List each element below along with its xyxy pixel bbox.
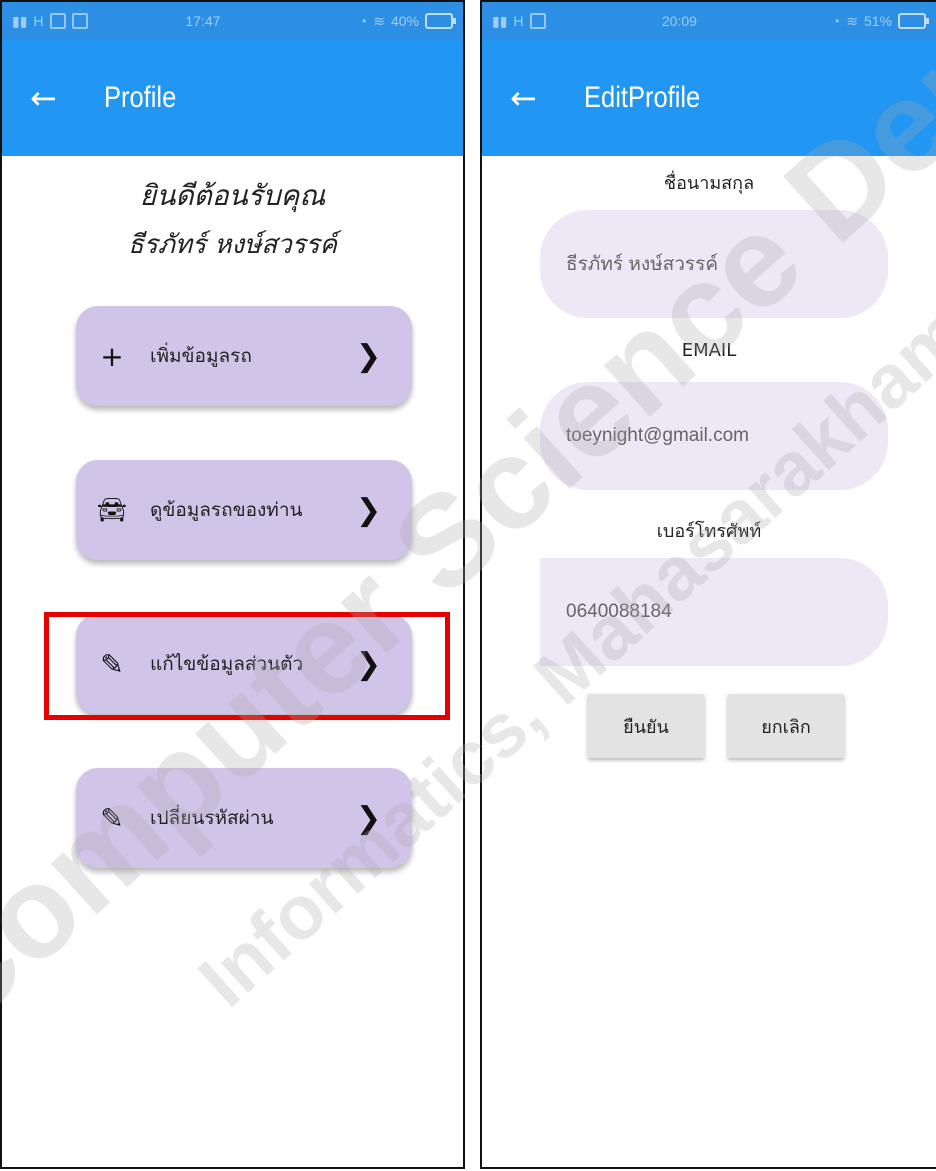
user-name: ธีรภัทร์ หงษ์สวรรค์ — [127, 230, 338, 260]
confirm-button[interactable]: ยืนยัน — [588, 694, 704, 758]
battery-percent: 51% — [863, 13, 893, 29]
alarm-icon: ◔ — [358, 13, 368, 29]
name-label: ชื่อนามสกุล — [663, 173, 755, 194]
welcome-line: ยินดีต้อนรับคุณ — [139, 179, 326, 212]
status-time: 17:47 — [185, 13, 221, 29]
status-time: 20:09 — [661, 13, 697, 29]
add-car-button[interactable]: + เพิ่มข้อมูลรถ ❯ — [76, 306, 412, 406]
battery-icon — [425, 13, 457, 29]
phone-field[interactable]: 0640088184 — [540, 558, 888, 666]
status-bar: ▮▮ H 20:09 ◔ ≋ 51% — [482, 2, 936, 40]
arrow-left-icon[interactable]: ← — [30, 82, 84, 114]
arrow-left-icon[interactable]: ← — [510, 82, 564, 114]
app-bar: ← EditProfile — [482, 40, 936, 156]
plus-icon: + — [100, 339, 124, 373]
car-icon: 🚘︎ — [96, 496, 128, 524]
status-bar: ▮▮ H 17:47 ◔ ≋ 40% — [2, 2, 463, 40]
alarm-icon: ◔ — [831, 13, 841, 29]
cancel-button[interactable]: ยกเลิก — [728, 694, 844, 758]
view-car-button[interactable]: 🚘︎ ดูข้อมูลรถของท่าน ❯ — [76, 460, 412, 560]
menu-label: เปลี่ยนรหัสผ่าน — [150, 807, 274, 829]
name-field[interactable]: ธีรภัทร์ หงษ์สวรรค์ — [540, 210, 888, 318]
welcome-message: ยินดีต้อนรับคุณ ธีรภัทร์ หงษ์สวรรค์ — [2, 174, 463, 265]
notification-icon — [71, 13, 88, 29]
menu-label: เพิ่มข้อมูลรถ — [150, 345, 252, 367]
pencil-icon: ✎ — [100, 801, 124, 835]
notification-icon — [49, 13, 66, 29]
carrier-label: H — [513, 13, 524, 29]
email-field[interactable]: toeynight@gmail.com — [540, 382, 888, 490]
page-title: Profile — [104, 81, 177, 114]
change-password-button[interactable]: ✎ เปลี่ยนรหัสผ่าน ❯ — [76, 768, 412, 868]
page-title: EditProfile — [584, 81, 701, 114]
battery-percent: 40% — [390, 13, 420, 29]
chevron-right-icon: ❯ — [356, 338, 382, 374]
edit-profile-screen: ▮▮ H 20:09 ◔ ≋ 51% ← EditProfile ชื่อนาม… — [480, 0, 936, 1169]
wifi-icon: ≋ — [846, 12, 858, 29]
chevron-right-icon: ❯ — [356, 492, 382, 528]
signal-icon: ▮▮ — [12, 12, 28, 29]
chevron-right-icon: ❯ — [356, 800, 382, 836]
menu-label: ดูข้อมูลรถของท่าน — [150, 499, 303, 521]
profile-screen: ▮▮ H 17:47 ◔ ≋ 40% ← Profile ยินดีต้อนรั… — [0, 0, 465, 1169]
carrier-label: H — [33, 13, 44, 29]
email-label: EMAIL — [681, 340, 737, 361]
highlight-box — [44, 612, 450, 720]
phone-label: เบอร์โทรศัพท์ — [656, 521, 762, 542]
notification-icon — [529, 13, 546, 29]
wifi-icon: ≋ — [373, 12, 385, 29]
app-bar: ← Profile — [2, 40, 463, 156]
battery-icon — [898, 13, 930, 29]
signal-icon: ▮▮ — [492, 12, 508, 29]
